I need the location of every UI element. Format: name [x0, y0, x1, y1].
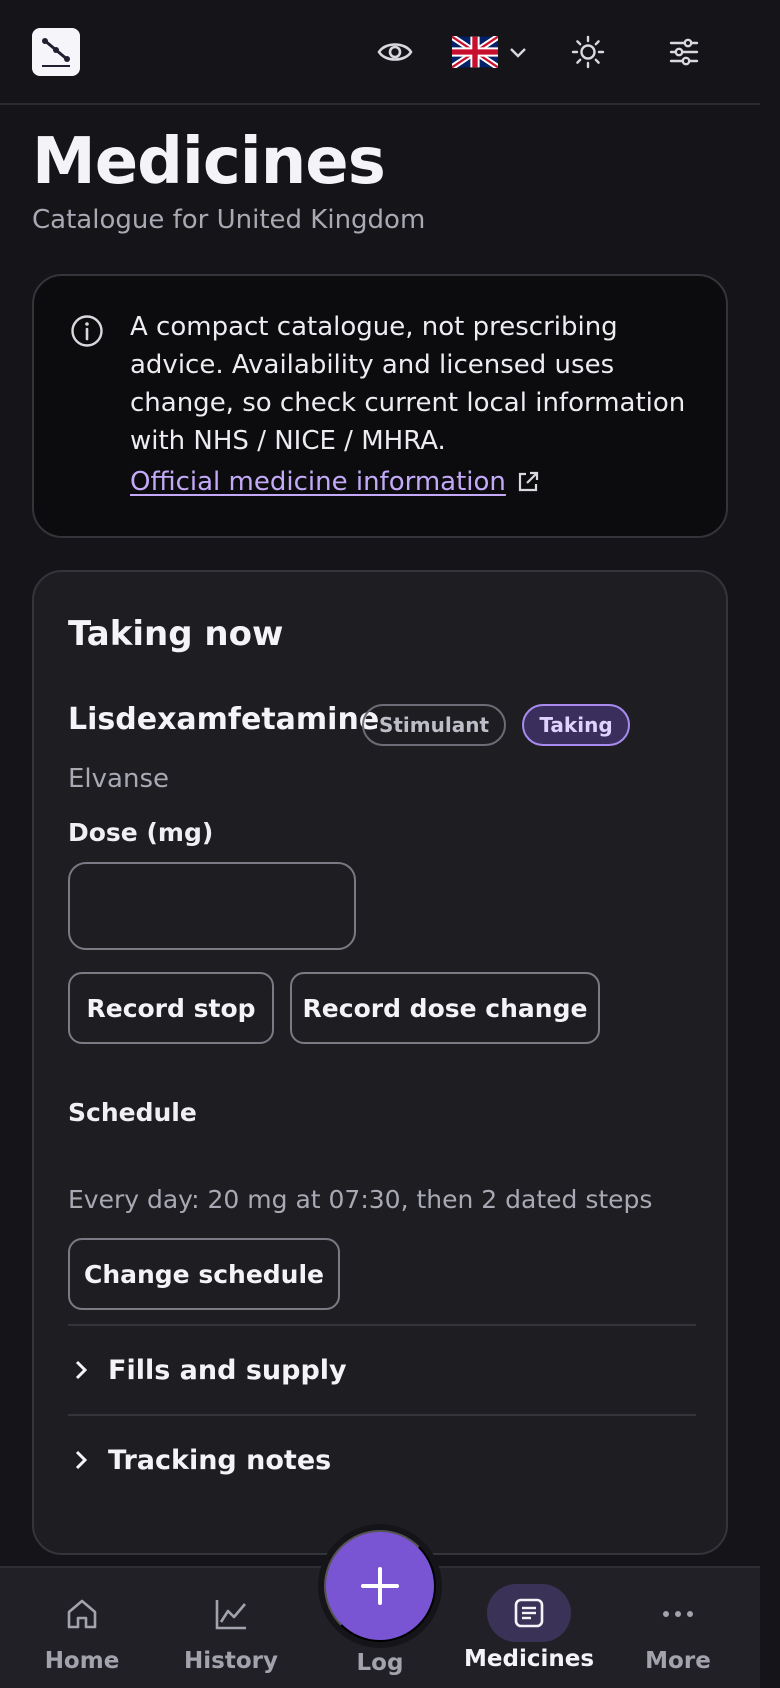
- active-indicator: [487, 1584, 571, 1642]
- dose-label: Dose (mg): [68, 818, 214, 847]
- plus-icon: [361, 1567, 399, 1605]
- top-bar: [0, 0, 760, 105]
- nav-item-home[interactable]: Home: [17, 1568, 147, 1688]
- log-fab-label: Log: [356, 1650, 404, 1676]
- nav-icon-wrap: [64, 1594, 100, 1634]
- official-info-link-label: Official medicine information: [130, 467, 506, 497]
- chevron-down-icon: [510, 48, 526, 58]
- disclaimer-notice: A compact catalogue, not prescribing adv…: [32, 274, 728, 538]
- settings-button[interactable]: [662, 30, 706, 74]
- info-icon: [71, 315, 103, 347]
- tracking-notes-toggle[interactable]: Tracking notes: [68, 1430, 696, 1490]
- page-title: Medicines: [32, 125, 386, 199]
- page-subtitle: Catalogue for United Kingdom: [32, 205, 426, 235]
- nav-item-medicines[interactable]: Medicines: [464, 1568, 594, 1688]
- sun-icon: [571, 35, 605, 69]
- official-info-link[interactable]: Official medicine information: [130, 467, 540, 497]
- section-title: Taking now: [68, 614, 284, 654]
- divider: [68, 1414, 696, 1416]
- chevron-right-icon: [75, 1360, 88, 1380]
- nav-item-history[interactable]: History: [166, 1568, 296, 1688]
- dose-input[interactable]: [68, 862, 356, 950]
- log-fab-button[interactable]: [324, 1530, 436, 1642]
- page-gutter: [760, 0, 780, 1688]
- fills-and-supply-toggle[interactable]: Fills and supply: [68, 1340, 696, 1400]
- trend-down-chart-icon: [42, 38, 70, 67]
- nav-label: Medicines: [464, 1646, 595, 1672]
- app-root: Medicines Catalogue for United Kingdom A…: [0, 0, 760, 1688]
- document-list-icon: [514, 1598, 544, 1628]
- chevron-right-icon: [75, 1450, 88, 1470]
- privacy-toggle-button[interactable]: [372, 30, 418, 74]
- language-selector[interactable]: [450, 30, 530, 74]
- nav-label: History: [184, 1648, 278, 1674]
- eye-icon: [377, 43, 413, 61]
- taking-now-card: Taking now Lisdexamfetamine Stimulant Ta…: [32, 570, 728, 1555]
- schedule-summary: Every day: 20 mg at 07:30, then 2 dated …: [68, 1185, 653, 1214]
- nav-icon-wrap: [660, 1594, 696, 1634]
- disclosure-label: Tracking notes: [108, 1444, 332, 1476]
- divider: [68, 1324, 696, 1326]
- more-dots-icon: [663, 1611, 693, 1617]
- status-badge: Taking: [522, 704, 630, 746]
- record-dose-change-button[interactable]: Record dose change: [290, 972, 600, 1044]
- external-link-icon: [518, 471, 539, 492]
- nav-label: Home: [44, 1648, 120, 1674]
- disclaimer-text: A compact catalogue, not prescribing adv…: [130, 312, 686, 456]
- sliders-icon: [669, 38, 699, 66]
- medicine-name: Lisdexamfetamine: [68, 702, 380, 737]
- home-icon: [67, 1599, 97, 1629]
- nav-icon-wrap: [213, 1594, 249, 1634]
- chart-line-icon: [215, 1600, 246, 1630]
- theme-toggle-button[interactable]: [566, 30, 610, 74]
- record-stop-button[interactable]: Record stop: [68, 972, 274, 1044]
- nav-label: More: [645, 1648, 711, 1674]
- disclosure-label: Fills and supply: [108, 1354, 347, 1386]
- app-logo[interactable]: [32, 28, 80, 76]
- united-kingdom-flag-icon: [452, 36, 498, 68]
- medicine-class-badge: Stimulant: [362, 704, 506, 746]
- schedule-label: Schedule: [68, 1098, 197, 1127]
- change-schedule-button[interactable]: Change schedule: [68, 1238, 340, 1310]
- medicine-brand: Elvanse: [68, 764, 169, 794]
- nav-item-more[interactable]: More: [613, 1568, 743, 1688]
